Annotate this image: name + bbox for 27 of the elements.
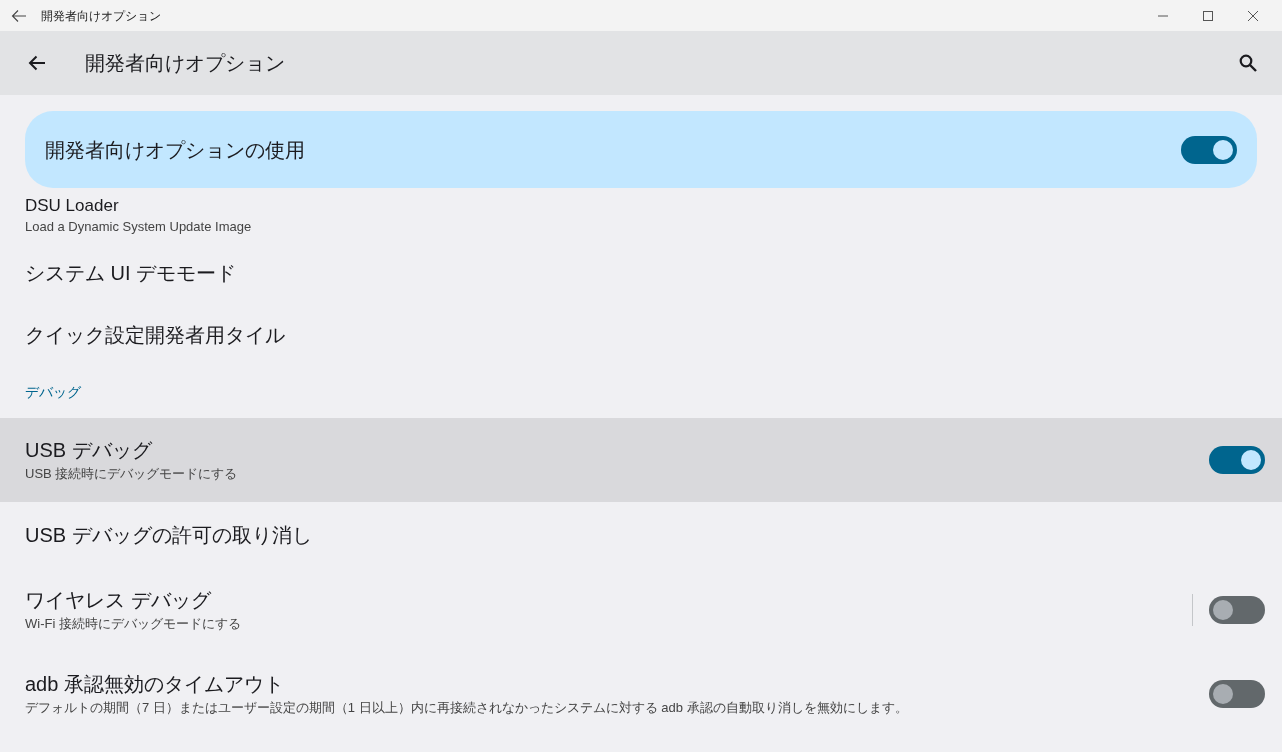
setting-title: USB デバッグの許可の取り消し <box>25 523 313 548</box>
setting-summary: Load a Dynamic System Update Image <box>25 218 253 236</box>
search-icon[interactable] <box>1239 54 1257 72</box>
toggle-switch[interactable] <box>1209 680 1265 708</box>
setting-title: クイック設定開発者用タイル <box>25 323 286 348</box>
back-arrow-icon[interactable] <box>28 55 46 71</box>
setting-title: ワイヤレス デバッグ <box>25 588 212 613</box>
window-title: 開発者向けオプション <box>41 7 161 25</box>
setting-summary: USB 接続時にデバッグモードにする <box>25 465 239 483</box>
section-header: デバッグ <box>25 382 82 402</box>
toggle-switch[interactable] <box>1181 135 1237 164</box>
setting-summary: Wi-Fi 接続時にデバッグモードにする <box>25 615 242 633</box>
master-switch-card[interactable]: 開発者向けオプションの使用 <box>25 111 1257 188</box>
setting-summary: デフォルトの期間（7 日）またはユーザー設定の期間（1 日以上）内に再接続されなかったシステムに対する adb 承認の自動取り消しを無効にします。 <box>25 699 909 717</box>
toggle-switch[interactable] <box>1209 596 1265 624</box>
setting-row[interactable]: ワイヤレス デバッグ Wi-Fi 接続時にデバッグモードにする <box>0 568 1282 652</box>
setting-title: USB デバッグ <box>25 438 153 463</box>
master-switch-label: 開発者向けオプションの使用 <box>45 137 306 163</box>
setting-title: adb 承認無効のタイムアウト <box>25 672 285 697</box>
toggle-switch[interactable] <box>1209 446 1265 474</box>
setting-title: DSU Loader <box>25 196 120 216</box>
setting-title: システム UI デモモード <box>25 261 238 286</box>
setting-row[interactable]: adb 承認無効のタイムアウト デフォルトの期間（7 日）またはユーザー設定の期間（1 日以上）内に再接続されなかったシステムに対する adb 承認の自動取り消しを無効にします。 <box>0 652 1282 736</box>
highlighted-setting-row[interactable]: USB デバッグ USB 接続時にデバッグモードにする <box>0 418 1282 502</box>
maximize-icon[interactable] <box>1202 9 1214 22</box>
close-icon[interactable] <box>1247 9 1259 22</box>
app-bar-title: 開発者向けオプション <box>85 51 285 76</box>
